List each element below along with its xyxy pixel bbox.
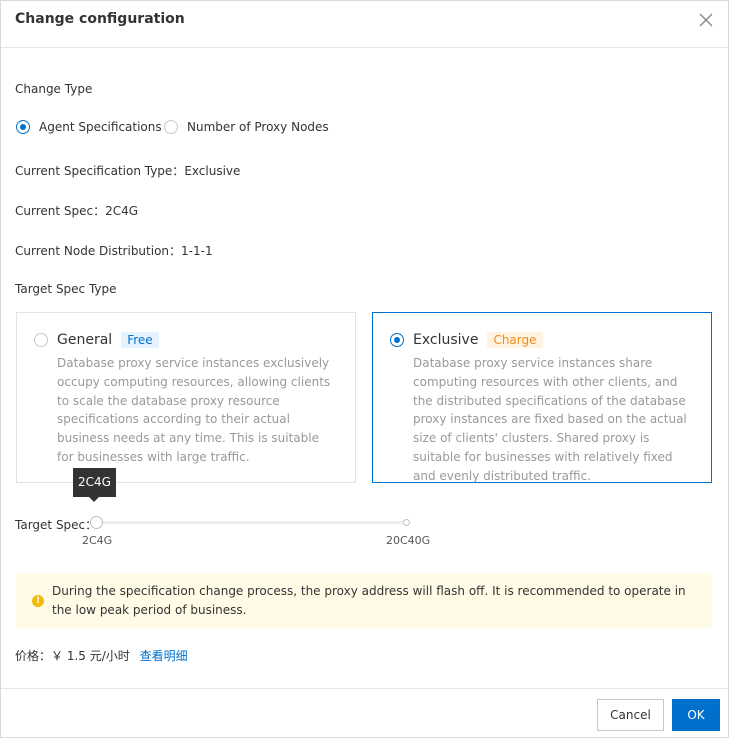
current-spec-type-label: Current Specification Type： (15, 164, 185, 178)
view-details-link[interactable]: 查看明细 (140, 649, 188, 663)
spec-type-card-exclusive[interactable]: Exclusive Charge Database proxy service … (372, 312, 712, 483)
price-row: 价格：￥ 1.5 元/小时 查看明细 (15, 647, 188, 664)
slider-min-label: 2C4G (82, 534, 113, 547)
change-configuration-dialog: Change configuration Change Type Agent S… (0, 0, 729, 738)
dialog-footer: Cancel OK (1, 688, 728, 738)
card-header: Exclusive Charge (390, 332, 543, 348)
slider-endpoint[interactable] (403, 519, 410, 526)
spec-type-card-general[interactable]: General Free Database proxy service inst… (16, 312, 356, 483)
slider-max-label: 20C40G (386, 534, 431, 547)
slider-tooltip: 2C4G (73, 468, 116, 502)
dialog-title: Change configuration (15, 11, 185, 27)
current-node-distribution-label: Current Node Distribution： (15, 244, 182, 258)
spec-type-name: Exclusive (413, 332, 479, 348)
change-type-label: Change Type (15, 82, 93, 96)
radio-label: Number of Proxy Nodes (187, 120, 329, 134)
current-spec: Current Spec：2C4G (15, 202, 138, 219)
current-spec-type: Current Specification Type：Exclusive (15, 162, 240, 179)
current-spec-label: Current Spec： (15, 204, 106, 218)
radio-agent-specifications[interactable]: Agent Specifications (16, 120, 162, 134)
dialog-header: Change configuration (1, 1, 728, 48)
cancel-button[interactable]: Cancel (597, 699, 664, 731)
target-spec-type-label: Target Spec Type (15, 282, 117, 296)
current-spec-type-value: Exclusive (184, 164, 241, 178)
close-icon[interactable] (696, 10, 716, 30)
radio-number-of-proxy-nodes[interactable]: Number of Proxy Nodes (164, 120, 329, 134)
free-badge: Free (121, 332, 159, 348)
spec-type-description: Database proxy service instances exclusi… (57, 356, 331, 464)
slider-track[interactable] (96, 521, 407, 524)
spec-type-name: General (57, 332, 113, 348)
radio-label: Agent Specifications (39, 120, 162, 134)
current-node-distribution: Current Node Distribution：1-1-1 (15, 242, 213, 259)
warning-notice: ! During the specification change proces… (16, 573, 712, 628)
charge-badge: Charge (487, 332, 543, 348)
radio-selected-icon[interactable] (390, 333, 404, 347)
radio-unselected-icon[interactable] (164, 120, 178, 134)
current-spec-value: 2C4G (105, 204, 139, 218)
card-header: General Free (34, 332, 159, 348)
warning-icon: ! (32, 595, 44, 607)
radio-selected-icon[interactable] (16, 120, 30, 134)
slider-handle[interactable] (90, 516, 103, 529)
target-spec-label: Target Spec： (15, 518, 98, 532)
radio-unselected-icon[interactable] (34, 333, 48, 347)
spec-type-description: Database proxy service instances share c… (413, 356, 687, 483)
ok-button[interactable]: OK (672, 699, 720, 731)
price-label: 价格：￥ 1.5 元/小时 (15, 649, 130, 663)
notice-message: During the specification change process,… (52, 584, 686, 617)
current-node-distribution-value: 1-1-1 (181, 244, 213, 258)
